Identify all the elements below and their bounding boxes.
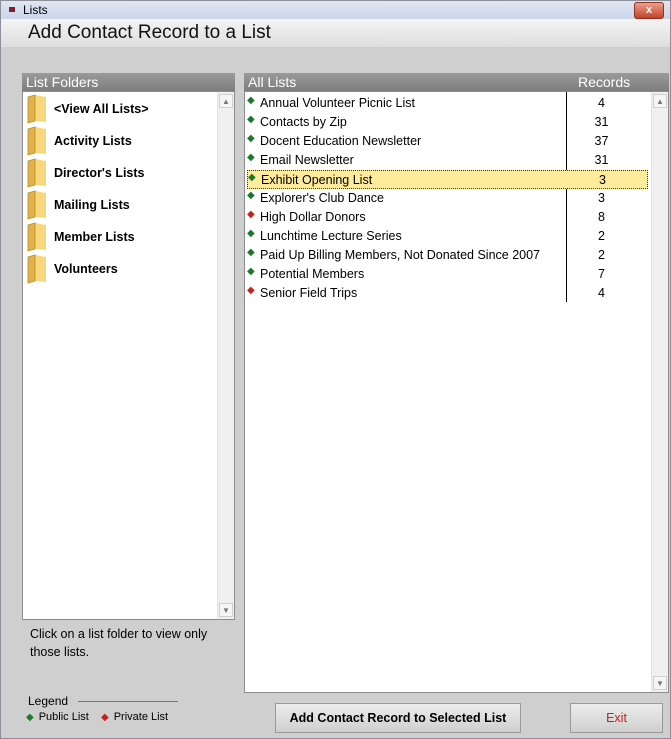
folder-item[interactable]: Director's Lists (26, 158, 216, 188)
record-count: 4 (598, 286, 605, 300)
list-row[interactable]: ◆ Exhibit Opening List 3 (247, 170, 648, 189)
private-diamond-icon: ◆ (247, 209, 255, 220)
folders-scrollbar[interactable]: ▲ ▼ (217, 92, 234, 619)
scroll-up-icon[interactable]: ▲ (219, 94, 233, 108)
record-count: 7 (598, 267, 605, 281)
list-row[interactable]: ◆ Potential Members 7 (247, 265, 648, 284)
add-to-list-button[interactable]: Add Contact Record to Selected List (275, 703, 521, 733)
folder-label: Director's Lists (54, 166, 145, 180)
record-count: 8 (598, 210, 605, 224)
folder-label: Mailing Lists (54, 198, 130, 212)
record-count: 3 (598, 191, 605, 205)
list-name: High Dollar Donors (260, 210, 366, 224)
exit-button[interactable]: Exit (570, 703, 663, 733)
list-name: Exhibit Opening List (261, 173, 373, 187)
public-diamond-icon: ◆ (247, 152, 255, 163)
folder-label: Member Lists (54, 230, 135, 244)
list-name: Email Newsletter (260, 153, 354, 167)
legend-title: Legend (28, 694, 69, 708)
folder-icon (27, 222, 46, 252)
list-row[interactable]: ◆ Docent Education Newsletter 37 (247, 132, 648, 151)
window-title: Lists (23, 3, 48, 17)
public-diamond-icon: ◆ (247, 133, 255, 144)
title-bar: Lists x (1, 1, 670, 19)
folder-label: Volunteers (54, 262, 118, 276)
scroll-up-icon[interactable]: ▲ (653, 94, 667, 108)
scroll-down-icon[interactable]: ▼ (219, 603, 233, 617)
list-row[interactable]: ◆ Senior Field Trips 4 (247, 284, 648, 303)
list-row[interactable]: ◆ Annual Volunteer Picnic List 4 (247, 94, 648, 113)
folder-icon (27, 158, 46, 188)
list-name: Annual Volunteer Picnic List (260, 96, 415, 110)
lists-header-records: Records (578, 74, 631, 90)
list-name: Explorer's Club Dance (260, 191, 384, 205)
public-diamond-icon: ◆ (247, 95, 255, 106)
legend-public: ◆ Public List (26, 711, 89, 723)
folder-hint: Click on a list folder to view only thos… (30, 627, 208, 659)
public-diamond-icon: ◆ (247, 247, 255, 258)
lists-window: Lists x Add Contact Record to a List Lis… (0, 0, 671, 739)
folder-item[interactable]: Volunteers (26, 254, 216, 284)
folder-icon (27, 254, 46, 284)
public-diamond-icon: ◆ (247, 114, 255, 125)
page-title: Add Contact Record to a List (28, 22, 271, 43)
app-icon (9, 7, 15, 12)
scroll-down-icon[interactable]: ▼ (653, 676, 667, 690)
record-count: 31 (594, 153, 609, 167)
public-diamond-icon: ◆ (26, 712, 34, 723)
folders-header: List Folders (22, 73, 235, 91)
close-button[interactable]: x (634, 2, 664, 19)
folder-item[interactable]: Activity Lists (26, 126, 216, 156)
public-diamond-icon: ◆ (247, 190, 255, 201)
folder-item[interactable]: <View All Lists> (26, 94, 216, 124)
list-row[interactable]: ◆ Explorer's Club Dance 3 (247, 189, 648, 208)
record-count: 2 (598, 248, 605, 262)
record-count: 31 (594, 115, 609, 129)
record-count: 2 (598, 229, 605, 243)
lists-panel: ◆ Annual Volunteer Picnic List 4 ◆ Contacts … (244, 91, 669, 693)
folder-label: <View All Lists> (54, 102, 149, 116)
record-count: 3 (599, 173, 606, 187)
folder-item[interactable]: Mailing Lists (26, 190, 216, 220)
public-diamond-icon: ◆ (248, 172, 256, 183)
folder-icon (27, 190, 46, 220)
public-diamond-icon: ◆ (247, 266, 255, 277)
legend-public-label: Public List (38, 711, 89, 723)
record-count: 4 (598, 96, 605, 110)
folder-icon (27, 94, 46, 124)
lists-scrollbar[interactable]: ▲ ▼ (651, 92, 668, 692)
folder-item[interactable]: Member Lists (26, 222, 216, 252)
private-diamond-icon: ◆ (247, 285, 255, 296)
list-name: Senior Field Trips (260, 286, 358, 300)
record-count: 37 (594, 134, 609, 148)
list-row[interactable]: ◆ High Dollar Donors 8 (247, 208, 648, 227)
list-name: Contacts by Zip (260, 115, 347, 129)
folders-header-label: List Folders (26, 74, 99, 90)
public-diamond-icon: ◆ (247, 228, 255, 239)
private-diamond-icon: ◆ (101, 712, 109, 723)
legend-private-label: Private List (113, 711, 169, 723)
list-row[interactable]: ◆ Paid Up Billing Members, Not Donated Si… (247, 246, 648, 265)
list-row[interactable]: ◆ Email Newsletter 31 (247, 151, 648, 170)
list-name: Potential Members (260, 267, 365, 281)
list-row[interactable]: ◆ Contacts by Zip 31 (247, 113, 648, 132)
page-heading: Add Contact Record to a List (1, 19, 670, 47)
folder-icon (27, 126, 46, 156)
folder-label: Activity Lists (54, 134, 132, 148)
lists-header-name: All Lists (248, 74, 297, 90)
lists-header: All Lists Records (244, 73, 669, 91)
legend-private: ◆ Private List (101, 711, 168, 723)
legend-divider (78, 701, 178, 702)
list-row[interactable]: ◆ Lunchtime Lecture Series 2 (247, 227, 648, 246)
list-name: Docent Education Newsletter (260, 134, 422, 148)
list-name: Lunchtime Lecture Series (260, 229, 402, 243)
list-name: Paid Up Billing Members, Not Donated Sin… (260, 248, 541, 262)
folders-panel: <View All Lists> Activity Lists Director's… (22, 91, 235, 620)
